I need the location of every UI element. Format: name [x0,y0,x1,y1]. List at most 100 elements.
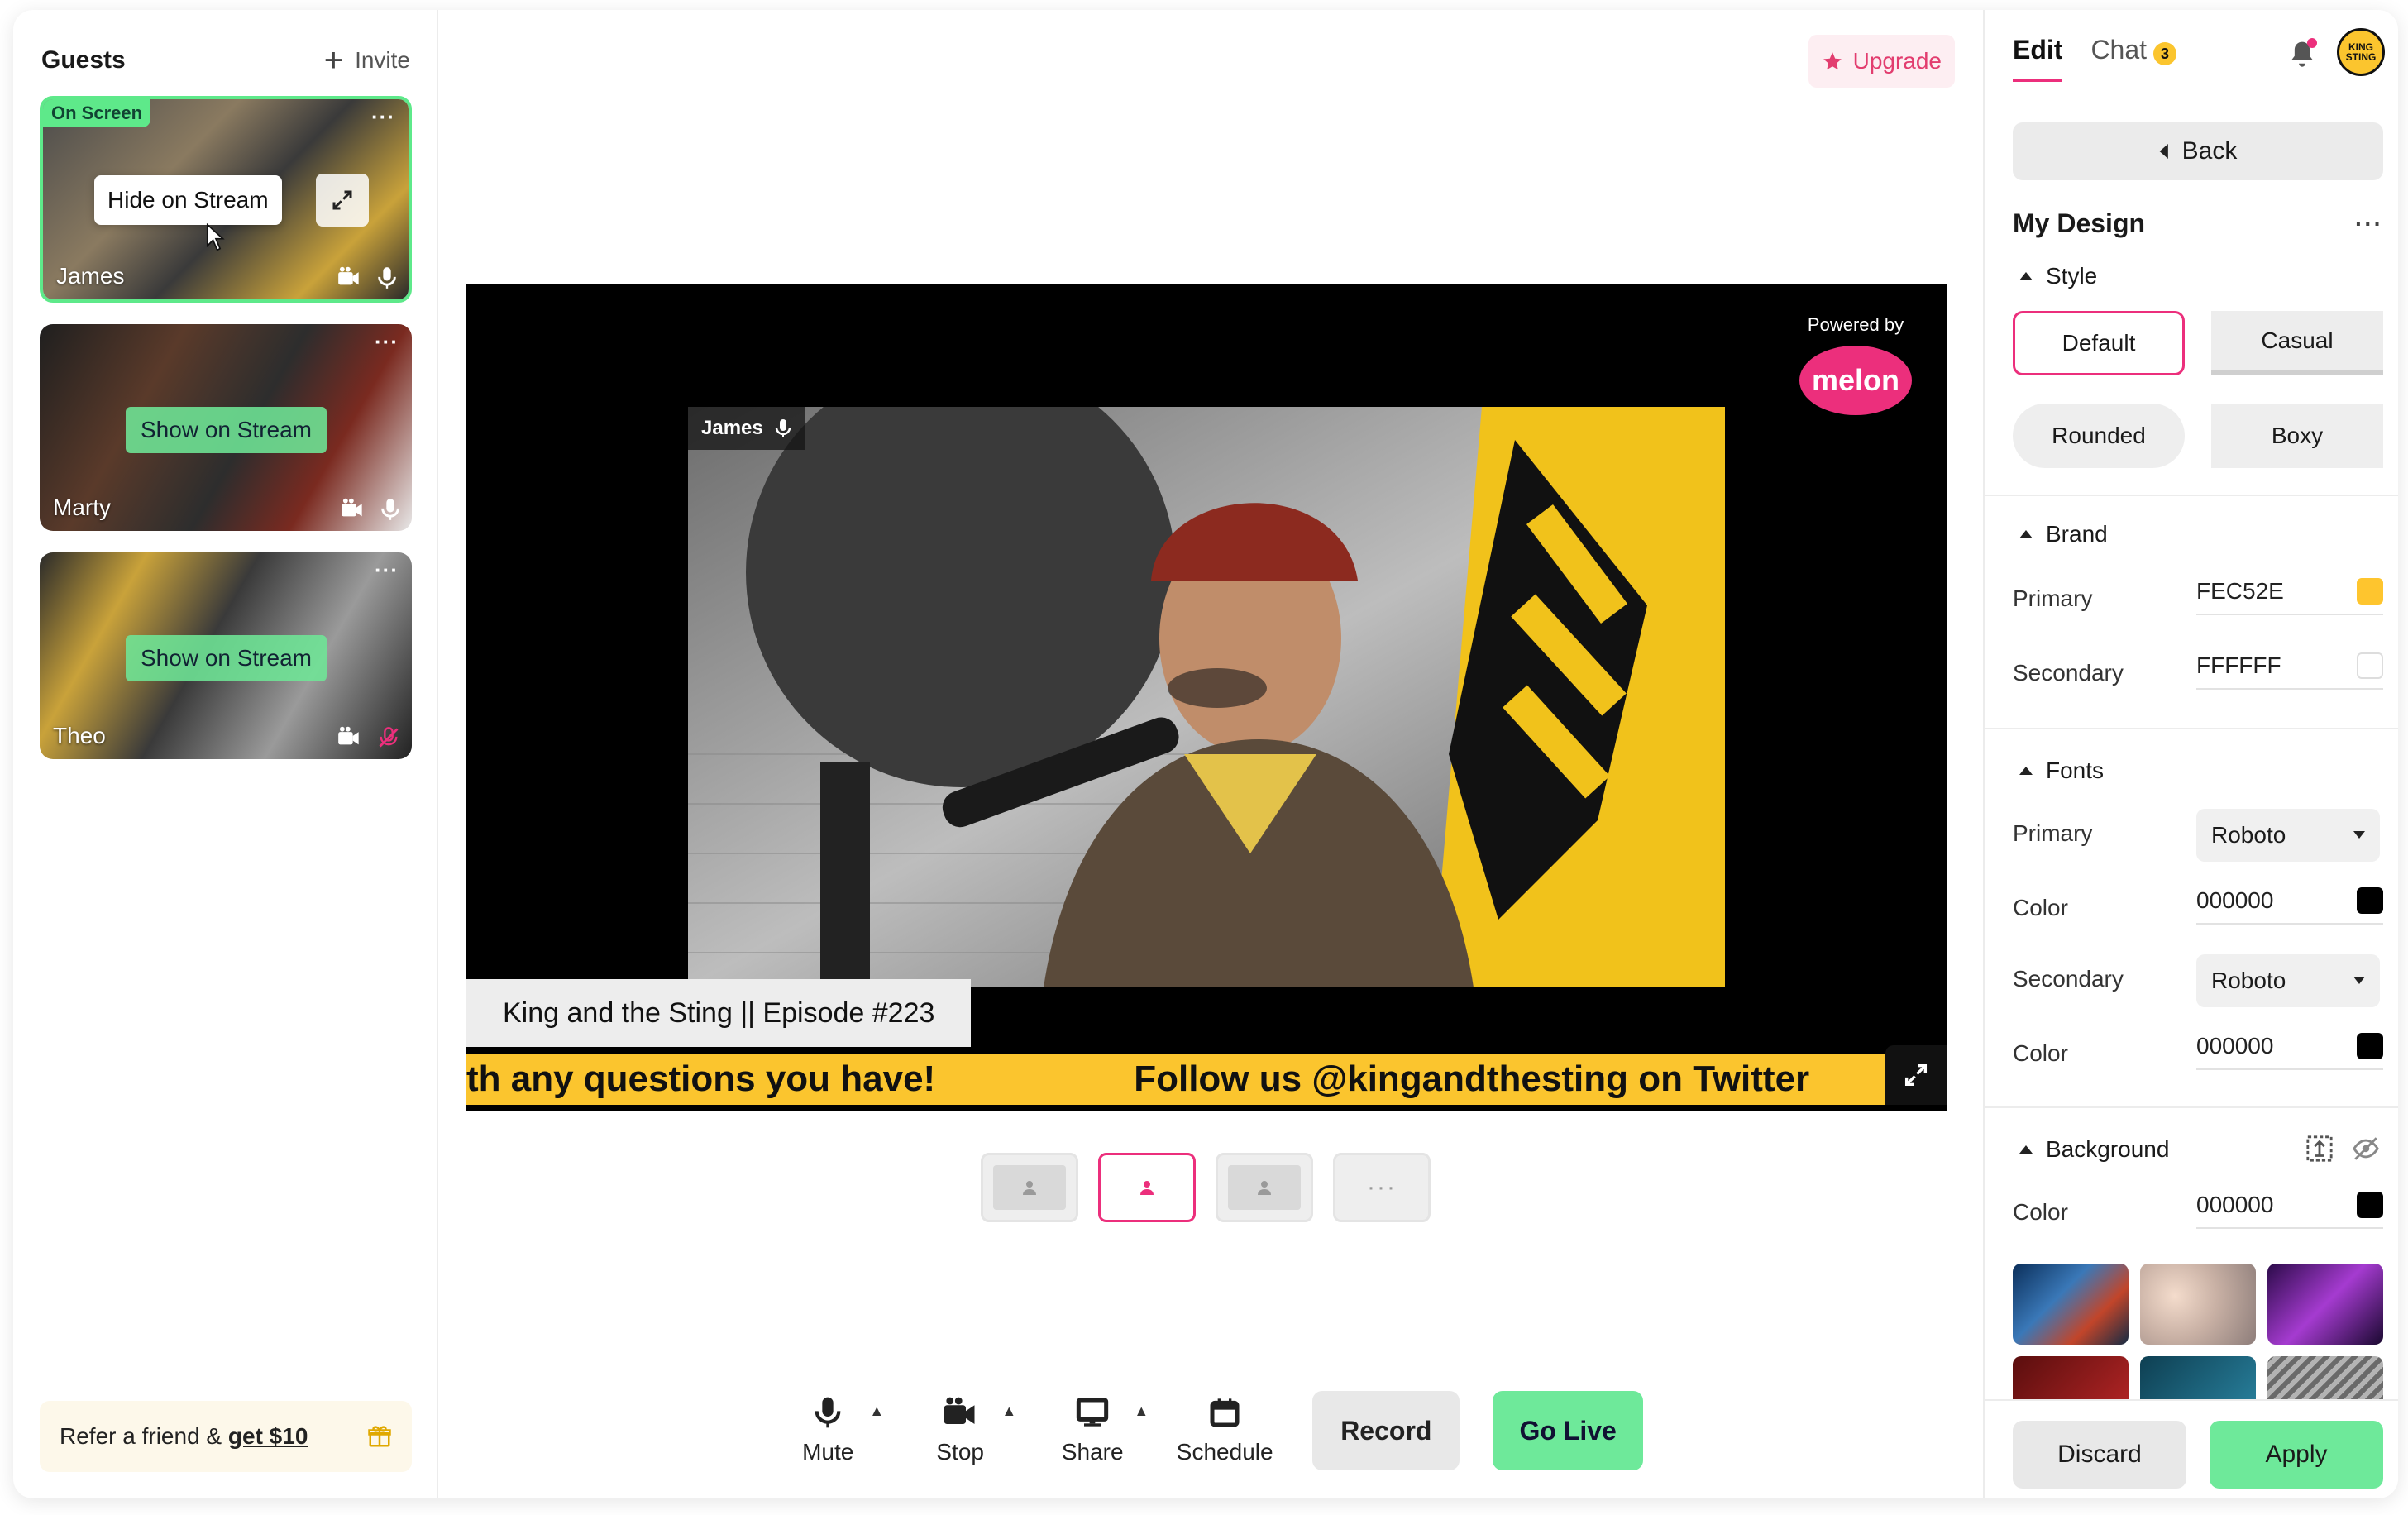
background-title: Background [2046,1136,2170,1162]
color-swatch[interactable] [2357,1033,2383,1059]
more-options-icon[interactable]: ··· [2355,211,2383,237]
more-options-icon[interactable]: ··· [375,557,399,583]
guests-header: Guests + Invite [41,40,410,81]
brand-primary-field[interactable]: FEC52E [2196,569,2383,615]
design-panel: Edit Chat 3 KING STING Back My Design ···… [1983,10,2398,1498]
go-live-button[interactable]: Go Live [1493,1391,1643,1470]
background-thumbnail[interactable] [2140,1264,2256,1345]
color-swatch[interactable] [2357,652,2383,679]
cursor-icon [206,223,225,251]
style-section-header[interactable]: Style [2019,263,2097,289]
camera-icon[interactable] [337,266,361,288]
style-default-button[interactable]: Default [2013,311,2185,375]
microphone-icon[interactable] [380,498,400,521]
background-color-field[interactable]: 000000 [2196,1183,2383,1229]
stop-camera-button[interactable]: ▲ Stop [910,1396,1016,1465]
layout-option-frame[interactable] [1216,1153,1313,1222]
refer-link[interactable]: get $10 [228,1423,308,1449]
style-boxy-button[interactable]: Boxy [2211,404,2383,468]
microphone-icon[interactable] [377,266,397,289]
style-casual-button[interactable]: Casual [2211,311,2383,375]
melon-logo: melon [1799,346,1912,415]
mute-label: Mute [802,1439,854,1465]
stop-label: Stop [936,1439,984,1465]
divider [1985,728,2398,729]
guest-name: Marty [53,495,111,520]
ticker-text-1: th any questions you have! [466,1059,936,1099]
font-color-field[interactable]: 000000 [2196,878,2383,925]
chat-count-badge: 3 [2153,42,2177,65]
microphone-icon [815,1397,841,1428]
episode-title-banner[interactable]: King and the Sting || Episode #223 [466,979,972,1047]
schedule-button[interactable]: Schedule [1175,1396,1274,1465]
upgrade-label: Upgrade [1852,48,1942,74]
more-options-icon[interactable]: ··· [371,104,395,130]
guests-title: Guests [41,46,126,74]
invite-button[interactable]: + Invite [324,44,410,77]
background-thumbnail[interactable] [2267,1264,2383,1345]
video-frame [688,407,1725,987]
record-button[interactable]: Record [1312,1391,1460,1470]
chevron-down-icon [2353,977,2365,984]
color-swatch[interactable] [2357,1192,2383,1218]
person-icon [1023,1181,1036,1195]
guest-card-james[interactable]: On Screen ··· Hide on Stream James [40,96,412,303]
upload-image-icon[interactable] [2305,1135,2334,1163]
camera-icon [944,1397,975,1424]
share-screen-button[interactable]: ▲ Share [1043,1396,1149,1465]
tab-chat[interactable]: Chat 3 [2090,35,2177,82]
tab-edit[interactable]: Edit [2013,35,2063,82]
background-color-value: 000000 [2196,1192,2274,1217]
camera-icon[interactable] [341,498,364,519]
chevron-up-icon[interactable]: ▲ [1001,1403,1016,1420]
notifications-button[interactable] [2289,38,2317,72]
microphone-muted-icon[interactable] [377,726,400,749]
upgrade-button[interactable]: Upgrade [1808,35,1955,88]
background-thumbnail[interactable] [2013,1264,2128,1345]
background-section-header[interactable]: Background [2019,1136,2169,1163]
video-name-label: James [701,417,763,439]
color-swatch[interactable] [2357,887,2383,914]
color-swatch[interactable] [2357,578,2383,605]
chevron-up-icon[interactable]: ▲ [869,1403,884,1420]
ticker-banner[interactable]: th any questions you have! Follow us @ki… [466,1054,1947,1105]
on-screen-badge: On Screen [43,99,151,127]
guest-card-marty[interactable]: ··· Show on Stream Marty [40,324,412,531]
visibility-off-icon[interactable] [2352,1135,2380,1163]
panel-actions: Discard Apply [1985,1399,2398,1498]
refer-text: Refer a friend & [60,1423,222,1449]
hide-on-stream-button[interactable]: Hide on Stream [94,175,282,225]
back-label: Back [2181,137,2238,165]
chevron-left-icon [2159,144,2168,159]
refer-friend-banner[interactable]: Refer a friend & get $10 [40,1401,412,1472]
fullscreen-button[interactable] [1885,1045,1947,1105]
main-stage-area: Upgrade Powered by melon James King and … [438,10,1983,1498]
show-on-stream-button[interactable]: Show on Stream [126,407,327,453]
font-secondary-select[interactable]: Roboto [2196,954,2380,1007]
back-button[interactable]: Back [2013,122,2383,180]
layout-option-selected[interactable] [1098,1153,1196,1222]
guest-card-theo[interactable]: ··· Show on Stream Theo [40,552,412,759]
font-color2-field[interactable]: 000000 [2196,1024,2383,1070]
show-on-stream-button[interactable]: Show on Stream [126,635,327,681]
app-window: Guests + Invite On Screen ··· Hide on St… [13,10,2398,1498]
apply-button[interactable]: Apply [2210,1421,2383,1489]
tab-chat-label: Chat [2090,35,2148,65]
font-primary-select[interactable]: Roboto [2196,809,2380,862]
layout-more-button[interactable]: ··· [1333,1153,1431,1222]
fonts-section-header[interactable]: Fonts [2019,758,2104,784]
brand-secondary-field[interactable]: FFFFFF [2196,643,2383,690]
style-rounded-button[interactable]: Rounded [2013,404,2185,468]
more-options-icon[interactable]: ··· [375,329,399,355]
microphone-icon [775,419,791,437]
collapse-icon [2019,767,2033,775]
camera-icon[interactable] [337,726,361,748]
brand-section-header[interactable]: Brand [2019,521,2108,547]
chevron-up-icon[interactable]: ▲ [1134,1403,1149,1420]
discard-button[interactable]: Discard [2013,1421,2186,1489]
avatar[interactable]: KING STING [2337,28,2385,76]
expand-icon[interactable] [316,174,369,227]
design-header: My Design ··· [2013,208,2383,239]
mute-button[interactable]: ▲ Mute [778,1396,884,1465]
layout-option-solo[interactable] [981,1153,1078,1222]
